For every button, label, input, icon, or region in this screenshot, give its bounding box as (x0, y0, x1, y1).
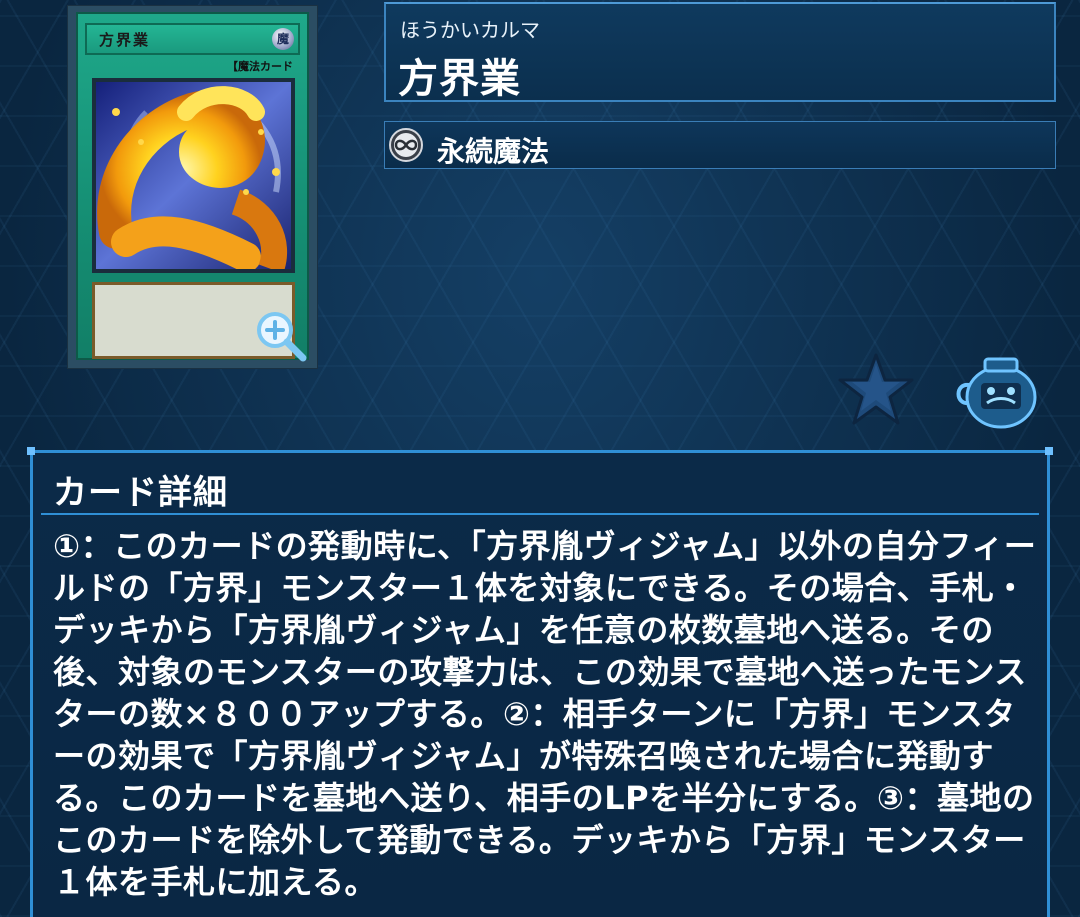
card-artwork (92, 78, 295, 273)
card-name-panel: ほうかいカルマ 方界業 (384, 2, 1056, 102)
card-effect-text: ①：このカードの発動時に、「方界胤ヴィジャム」以外の自分フィールドの「方界」モン… (53, 527, 1037, 901)
card-name: 方界業 (398, 56, 521, 102)
detail-title: カード詳細 (53, 473, 228, 513)
panel-corner (27, 447, 35, 455)
panel-corner (1045, 447, 1053, 455)
jar-icon[interactable] (951, 353, 1041, 429)
zoom-in-icon[interactable] (253, 308, 309, 364)
card-type-panel: 永続魔法 (384, 121, 1056, 169)
card-artwork-graphic (96, 82, 291, 269)
spell-attribute-icon: 魔 (272, 28, 294, 50)
star-icon[interactable] (838, 352, 914, 426)
card-image-name: 方界業 (99, 31, 151, 49)
card-name-ruby: ほうかいカルマ (400, 18, 540, 42)
card-image[interactable]: 方界業 魔 【魔法カード (67, 5, 318, 369)
card-image-type-line: 【魔法カード (227, 60, 293, 73)
card-name-bar: 方界業 魔 (85, 23, 300, 55)
detail-divider (41, 513, 1039, 515)
continuous-spell-icon (389, 128, 423, 162)
card-type-label: 永続魔法 (437, 135, 550, 168)
card-detail-panel: カード詳細 ①：このカードの発動時に、「方界胤ヴィジャム」以外の自分フィールドの… (27, 447, 1053, 917)
